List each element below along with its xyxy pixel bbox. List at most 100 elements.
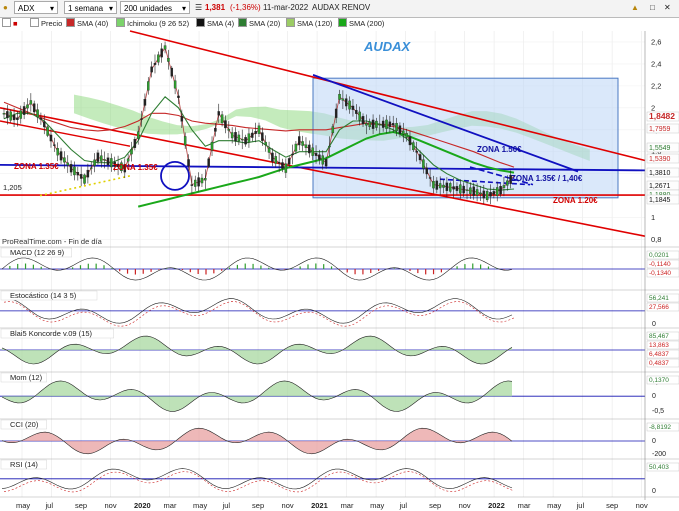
x-tick-label: mar <box>164 501 177 510</box>
window-icon[interactable]: □ <box>650 2 655 14</box>
candle-body <box>247 133 251 143</box>
legend-item[interactable]: ■ <box>2 18 18 30</box>
candle-body <box>46 126 49 136</box>
x-tick-label: jul <box>222 501 231 510</box>
legend-swatch <box>338 18 347 27</box>
legend-item[interactable]: SMA (20) <box>238 18 280 30</box>
panel-value-label: 0,4837 <box>649 360 669 367</box>
legend-item[interactable]: SMA (120) <box>286 18 332 30</box>
candle-body <box>442 184 445 188</box>
alert-icon[interactable]: ▲ <box>631 2 639 14</box>
candle-body <box>348 100 351 110</box>
symbol-value: ADX <box>18 4 35 13</box>
panel-tick-label: 0 <box>652 321 656 328</box>
legend-label: SMA (120) <box>297 19 333 28</box>
bell-icon[interactable]: ● <box>3 2 8 14</box>
price-tag-label: 1,3810 <box>649 170 671 177</box>
candle-body <box>100 155 103 162</box>
candle-body <box>217 111 220 116</box>
legend-item[interactable]: SMA (40) <box>66 18 108 30</box>
candle-body <box>381 120 385 128</box>
candle-body <box>136 131 140 139</box>
candle-body <box>73 166 76 176</box>
candle-body <box>294 143 298 152</box>
candle-body <box>402 130 405 135</box>
candle-body <box>106 157 110 166</box>
x-tick-label: may <box>547 501 561 510</box>
legend-swatch <box>116 18 125 27</box>
candle-body <box>452 186 455 190</box>
candle-body <box>485 191 489 201</box>
legend-item[interactable]: Ichimoku (9 26 52) <box>116 18 189 30</box>
y-tick-label: 1 <box>651 213 655 222</box>
candle-body <box>214 127 217 132</box>
candle-body <box>281 162 284 169</box>
candle-body <box>59 151 63 161</box>
chart-type-icon[interactable]: ☰ <box>195 2 202 14</box>
units-value: 200 unidades <box>124 4 173 13</box>
candle-body <box>170 67 174 77</box>
legend-swatch <box>66 18 75 27</box>
panel-tick-label: 0 <box>652 393 656 400</box>
x-tick-label: sep <box>75 501 87 510</box>
legend-label: SMA (200) <box>349 19 385 28</box>
x-tick-label: 2022 <box>488 501 505 510</box>
x-tick-label: sep <box>252 501 264 510</box>
candle-body <box>143 99 147 106</box>
candle-body <box>428 177 432 179</box>
candle-body <box>150 66 153 73</box>
x-tick-label: mar <box>518 501 531 510</box>
legend-label: Precio <box>41 19 63 28</box>
candle-body <box>224 120 227 129</box>
candle-body <box>311 147 314 156</box>
candle-body <box>43 121 46 128</box>
candle-body <box>398 125 402 135</box>
candle-body <box>49 134 53 142</box>
x-tick-label: 2021 <box>311 501 328 510</box>
candle-body <box>9 111 12 121</box>
legend-label: SMA (4) <box>207 19 235 28</box>
symbol-selector[interactable]: ADX ▾ <box>14 1 58 14</box>
candle-body <box>190 184 194 186</box>
candle-body <box>177 95 180 98</box>
candle-body <box>344 98 348 107</box>
chevron-down-icon: ▾ <box>49 4 54 13</box>
candle-body <box>365 123 368 126</box>
candle-body <box>469 187 472 194</box>
candle-body <box>298 136 301 146</box>
candle-body <box>455 186 459 191</box>
close-icon[interactable]: ✕ <box>664 2 671 14</box>
legend-item[interactable]: SMA (200) <box>338 18 384 30</box>
candle-body <box>36 109 39 118</box>
candle-body <box>22 106 26 115</box>
x-tick-label: mar <box>341 501 354 510</box>
candle-body <box>89 167 93 169</box>
candle-body <box>200 177 204 184</box>
candle-body <box>56 148 59 156</box>
candle-body <box>76 172 80 176</box>
x-tick-label: may <box>16 501 30 510</box>
panel-value-label: 6,4837 <box>649 351 669 358</box>
candle-body <box>351 105 355 110</box>
legend-item[interactable]: SMA (4) <box>196 18 234 30</box>
price-tag-label: 1,2671 <box>649 183 671 190</box>
candle-body <box>230 132 234 139</box>
candle-body <box>472 186 475 196</box>
candle-body <box>254 131 257 134</box>
panel-tick-label: 0 <box>652 438 656 445</box>
indicators <box>0 246 679 493</box>
candle-body <box>96 152 100 162</box>
x-tick-label: jul <box>576 501 585 510</box>
candle-body <box>425 167 429 175</box>
candle-body <box>324 159 328 167</box>
candle-body <box>39 117 43 120</box>
period-selector[interactable]: 1 semana ▾ <box>64 1 117 14</box>
x-tick-label: sep <box>606 501 618 510</box>
candle-body <box>274 156 278 164</box>
legend-item[interactable]: Precio <box>30 18 62 30</box>
candle-body <box>167 57 170 62</box>
chart-window: ● ADX ▾ 1 semana ▾ 200 unidades ▾ ☰ 1,381 (… <box>0 0 679 511</box>
candle-body <box>267 148 271 153</box>
units-selector[interactable]: 200 unidades ▾ <box>120 1 190 14</box>
chart-canvas[interactable]: 2,62,42,221,81,61,41,210,810000,50-0,520… <box>0 30 679 511</box>
